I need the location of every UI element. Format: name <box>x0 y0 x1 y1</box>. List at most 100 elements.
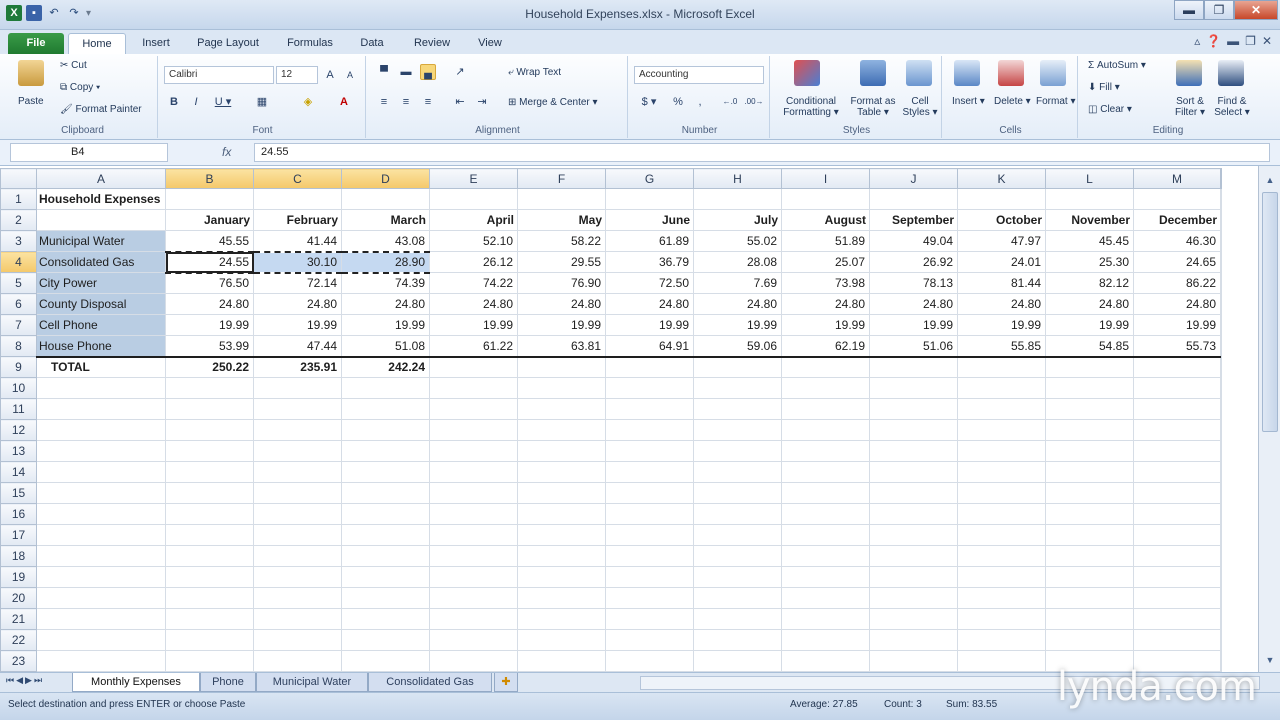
delete-cells-button[interactable]: Delete ▾ <box>994 96 1031 107</box>
empty-cell[interactable] <box>1045 419 1134 441</box>
empty-cell[interactable] <box>1220 356 1222 378</box>
borders-icon[interactable]: ▦ <box>254 94 270 110</box>
empty-cell[interactable] <box>605 398 694 420</box>
empty-cell[interactable] <box>1045 398 1134 420</box>
scroll-thumb[interactable] <box>1262 192 1278 432</box>
empty-cell[interactable] <box>36 482 166 504</box>
value-cell[interactable]: 19.99 <box>165 314 254 336</box>
empty-cell[interactable] <box>781 629 870 651</box>
empty-cell[interactable] <box>957 566 1046 588</box>
column-header[interactable]: B <box>165 168 254 189</box>
empty-cell[interactable] <box>869 419 958 441</box>
copy-button[interactable]: ⧉ Copy ▾ <box>60 82 100 93</box>
empty-cell[interactable] <box>165 545 254 567</box>
empty-cell[interactable] <box>605 482 694 504</box>
value-cell[interactable]: 19.99 <box>517 314 606 336</box>
empty-cell[interactable] <box>1133 545 1221 567</box>
value-cell[interactable]: 59.06 <box>693 335 782 358</box>
percent-button[interactable]: % <box>670 94 686 110</box>
empty-cell[interactable] <box>517 650 606 672</box>
empty-cell[interactable] <box>36 566 166 588</box>
empty-cell[interactable] <box>36 419 166 441</box>
empty-cell[interactable] <box>605 608 694 630</box>
month-header-cell[interactable]: September <box>869 209 958 231</box>
scroll-up-icon[interactable]: ▲ <box>1262 172 1278 188</box>
workbook-minimize-icon[interactable]: ▬ <box>1227 34 1239 48</box>
empty-cell[interactable] <box>517 461 606 483</box>
expense-label-cell[interactable]: Consolidated Gas <box>36 251 166 273</box>
empty-cell[interactable] <box>253 629 342 651</box>
empty-cell[interactable] <box>1220 608 1222 630</box>
empty-cell[interactable] <box>165 650 254 672</box>
empty-cell[interactable] <box>253 587 342 609</box>
empty-cell[interactable] <box>869 188 958 210</box>
value-cell[interactable]: 19.99 <box>341 314 430 336</box>
expense-label-cell[interactable]: County Disposal <box>36 293 166 315</box>
empty-cell[interactable] <box>605 377 694 399</box>
empty-cell[interactable] <box>605 545 694 567</box>
row-header[interactable]: 6 <box>0 293 37 315</box>
empty-cell[interactable] <box>165 440 254 462</box>
empty-cell[interactable] <box>1045 377 1134 399</box>
empty-cell[interactable] <box>957 440 1046 462</box>
row-header[interactable]: 21 <box>0 608 37 630</box>
empty-cell[interactable] <box>1133 188 1221 210</box>
value-cell[interactable]: 7.69 <box>693 272 782 294</box>
restore-button[interactable]: ❐ <box>1204 0 1234 20</box>
empty-cell[interactable] <box>1220 482 1222 504</box>
conditional-formatting-icon[interactable] <box>794 60 820 86</box>
empty-cell[interactable] <box>869 440 958 462</box>
cut-button[interactable]: ✂ Cut <box>60 60 87 71</box>
empty-cell[interactable] <box>1220 398 1222 420</box>
value-cell[interactable]: 28.08 <box>693 251 782 273</box>
column-header[interactable]: G <box>605 168 694 189</box>
value-cell[interactable]: 26.92 <box>869 251 958 273</box>
empty-cell[interactable] <box>341 461 430 483</box>
align-bottom-icon[interactable]: ▄ <box>420 64 436 80</box>
value-cell[interactable]: 73.98 <box>781 272 870 294</box>
empty-cell[interactable] <box>429 503 518 525</box>
empty-cell[interactable] <box>165 608 254 630</box>
empty-cell[interactable] <box>429 650 518 672</box>
sheet-tab-phone[interactable]: Phone <box>200 673 256 692</box>
empty-cell[interactable] <box>341 377 430 399</box>
total-label-cell[interactable]: TOTAL <box>36 356 166 378</box>
empty-cell[interactable] <box>429 524 518 546</box>
empty-cell[interactable] <box>429 629 518 651</box>
empty-cell[interactable] <box>517 629 606 651</box>
empty-cell[interactable] <box>605 503 694 525</box>
tab-insert[interactable]: Insert <box>134 33 178 54</box>
empty-cell[interactable] <box>605 587 694 609</box>
empty-cell[interactable] <box>1220 293 1222 315</box>
help-icon[interactable]: ❓ <box>1206 34 1221 48</box>
bold-button[interactable]: B <box>166 94 182 110</box>
value-cell[interactable]: 25.07 <box>781 251 870 273</box>
font-name-select[interactable]: Calibri <box>164 66 274 84</box>
row-header[interactable]: 15 <box>0 482 37 504</box>
empty-cell[interactable] <box>781 356 870 378</box>
empty-cell[interactable] <box>781 650 870 672</box>
empty-cell[interactable] <box>36 503 166 525</box>
empty-cell[interactable] <box>253 377 342 399</box>
align-top-icon[interactable]: ▀ <box>376 64 392 80</box>
empty-cell[interactable] <box>957 650 1046 672</box>
value-cell[interactable]: 74.39 <box>341 272 430 294</box>
cell-styles-button[interactable]: Cell Styles ▾ <box>900 96 940 118</box>
empty-cell[interactable] <box>781 419 870 441</box>
empty-cell[interactable] <box>1133 503 1221 525</box>
empty-cell[interactable] <box>517 377 606 399</box>
empty-cell[interactable] <box>957 188 1046 210</box>
value-cell[interactable]: 61.89 <box>605 230 694 252</box>
value-cell[interactable]: 24.55 <box>165 250 254 274</box>
row-header[interactable]: 7 <box>0 314 37 336</box>
value-cell[interactable]: 72.14 <box>253 272 342 294</box>
row-header[interactable]: 16 <box>0 503 37 525</box>
empty-cell[interactable] <box>36 587 166 609</box>
month-header-cell[interactable]: October <box>957 209 1046 231</box>
empty-cell[interactable] <box>253 566 342 588</box>
value-cell[interactable]: 72.50 <box>605 272 694 294</box>
month-header-cell[interactable]: December <box>1133 209 1221 231</box>
empty-cell[interactable] <box>605 524 694 546</box>
value-cell[interactable]: 28.90 <box>341 250 430 274</box>
value-cell[interactable]: 19.99 <box>605 314 694 336</box>
